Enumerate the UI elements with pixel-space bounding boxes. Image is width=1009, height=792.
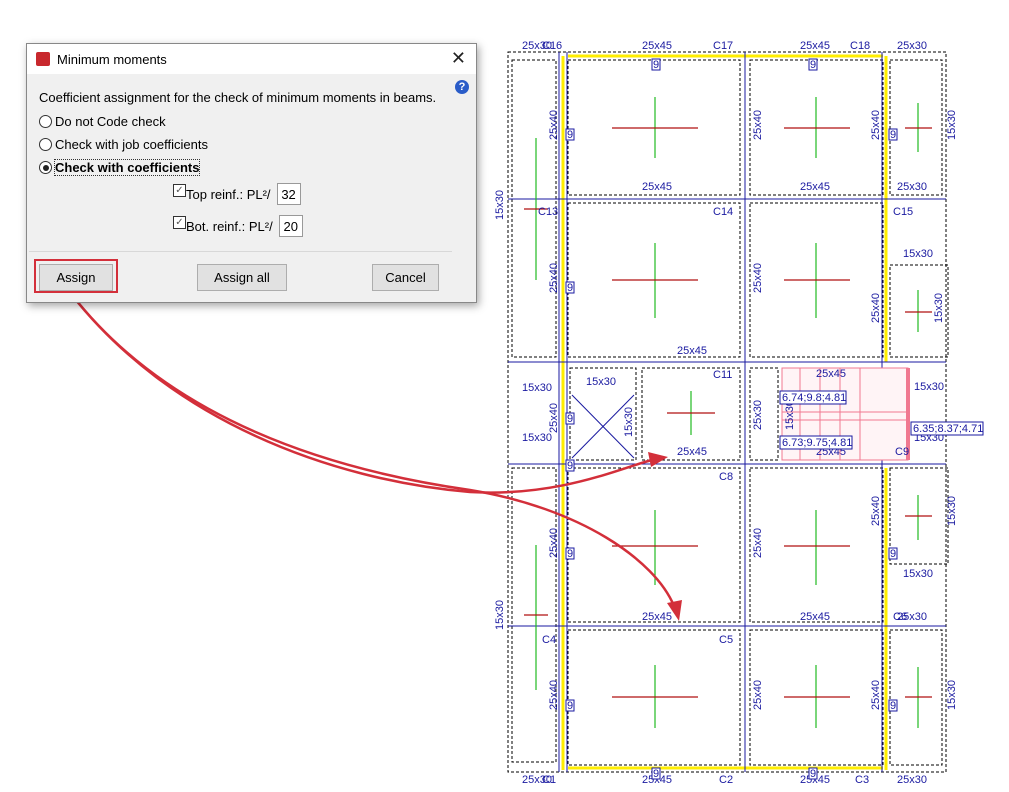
plan-label: 9 (890, 548, 896, 560)
plan-label: 9 (890, 129, 896, 141)
plan-label: C2 (719, 774, 733, 786)
plan-label: 25x45 (642, 611, 672, 623)
radio-label: Do not Code check (55, 114, 166, 129)
plan-label: 25x40 (870, 680, 882, 710)
plan-label: 25x30 (897, 40, 927, 52)
plan-label: 25x45 (677, 345, 707, 357)
radio-label: Check with job coefficients (55, 137, 208, 152)
bot-reinf-label: Bot. reinf.: PL²/ (186, 218, 273, 234)
bot-reinf-input[interactable] (278, 215, 303, 237)
plan-label: 25x45 (677, 446, 707, 458)
plan-label: 25x40 (870, 293, 882, 323)
plan-label: 15x30 (623, 407, 635, 437)
assign-all-button[interactable]: Assign all (197, 264, 287, 291)
bot-reinf-row: ✓ Bot. reinf.: PL²/ (173, 215, 303, 237)
plan-label: C13 (538, 206, 558, 218)
plan-label: C15 (893, 206, 913, 218)
plan-label: 15x30 (494, 600, 506, 630)
plan-label: C4 (542, 634, 556, 646)
plan-label: 15x30 (784, 400, 796, 430)
plan-label: C6 (893, 611, 907, 623)
radio-selected-icon[interactable] (39, 161, 52, 174)
plan-label: 15x30 (522, 382, 552, 394)
minimum-moments-dialog: Minimum moments ✕ ? Coefficient assignme… (26, 43, 477, 303)
plan-label: 25x40 (548, 680, 560, 710)
radio-job-coefficients[interactable]: Check with job coefficients (39, 137, 208, 152)
plan-label: 25x40 (548, 263, 560, 293)
plan-label: 25x40 (548, 528, 560, 558)
plan-label: C9 (895, 446, 909, 458)
radio-check-with-coefficients[interactable]: Check with coefficients (39, 159, 201, 176)
plan-label: 15x30 (903, 568, 933, 580)
plan-label: 25x30 (897, 181, 927, 193)
plan-label: C11 (713, 369, 732, 381)
callout-arrows (71, 294, 682, 621)
bot-reinf-checkbox[interactable]: ✓ (173, 215, 186, 229)
radio-icon[interactable] (39, 115, 52, 128)
plan-label: 15x30 (946, 496, 958, 526)
plan-label: C3 (855, 774, 869, 786)
plan-label: 25x40 (548, 110, 560, 140)
plan-label: 15x30 (946, 680, 958, 710)
plan-label: 25x40 (870, 496, 882, 526)
plan-label: 25x45 (800, 181, 830, 193)
top-reinf-row: ✓ Top reinf.: PL²/ (173, 183, 301, 205)
plan-label: 15x30 (494, 190, 506, 220)
cancel-button[interactable]: Cancel (372, 264, 439, 291)
assign-highlight-box (34, 259, 118, 293)
plan-label: 25x40 (752, 110, 764, 140)
top-reinf-input[interactable] (276, 183, 301, 205)
top-reinf-checkbox[interactable]: ✓ (173, 183, 186, 197)
app-icon (36, 52, 50, 66)
plan-label: 25x30 (897, 774, 927, 786)
plan-label: 25x45 (800, 611, 830, 623)
plan-label: 25x45 (642, 181, 672, 193)
plan-label: 15x30 (903, 248, 933, 260)
plan-label: 9 (567, 548, 573, 560)
plan-label: 25x45 (800, 40, 830, 52)
plan-label: C8 (719, 471, 733, 483)
close-icon[interactable]: ✕ (451, 48, 466, 69)
plan-label: 25x30 (752, 400, 764, 430)
plan-label: 9 (567, 282, 573, 294)
plan-label: 9 (653, 768, 659, 780)
description-text: Coefficient assignment for the check of … (39, 90, 437, 105)
plan-label: C5 (719, 634, 733, 646)
plan-label: 25x45 (816, 368, 846, 380)
plan-label: 9 (810, 59, 816, 71)
top-reinf-label: Top reinf.: PL²/ (186, 186, 271, 202)
plan-label: C17 (713, 40, 733, 52)
dialog-title: Minimum moments (57, 51, 167, 67)
plan-label: 9 (810, 768, 816, 780)
plan-label: 15x30 (914, 381, 944, 393)
dialog-titlebar[interactable]: Minimum moments ✕ (27, 44, 476, 74)
plan-label: 25x40 (752, 528, 764, 558)
plan-label: 25x40 (752, 263, 764, 293)
help-icon[interactable]: ? (455, 80, 469, 94)
plan-label: 9 (890, 700, 896, 712)
plan-label: 25x45 (642, 40, 672, 52)
plan-label: 15x30 (946, 110, 958, 140)
plan-label: 9 (567, 129, 573, 141)
plan-label: 15x30 (586, 376, 616, 388)
plan-label: 9 (567, 460, 573, 472)
plan-label: 15x30 (933, 293, 945, 323)
plan-label: C14 (713, 206, 733, 218)
moment-value-2: 6.73;9.75;4.81 (782, 437, 852, 449)
moment-value-1: 6.74;9.8;4.81 (782, 392, 846, 404)
plan-label: C1 (542, 774, 556, 786)
divider (29, 251, 452, 252)
plan-label: 25x40 (752, 680, 764, 710)
plan-label: 25x40 (548, 403, 560, 433)
plan-label: 9 (653, 59, 659, 71)
plan-label: C16 (542, 40, 562, 52)
plan-label: C18 (850, 40, 870, 52)
plan-label: 25x40 (870, 110, 882, 140)
radio-do-not-check[interactable]: Do not Code check (39, 114, 166, 129)
radio-label: Check with coefficients (53, 159, 201, 176)
moment-value-3: 6.35;8.37;4.71 (913, 423, 983, 435)
plan-label: 9 (567, 700, 573, 712)
plan-label: 9 (567, 413, 573, 425)
radio-icon[interactable] (39, 138, 52, 151)
